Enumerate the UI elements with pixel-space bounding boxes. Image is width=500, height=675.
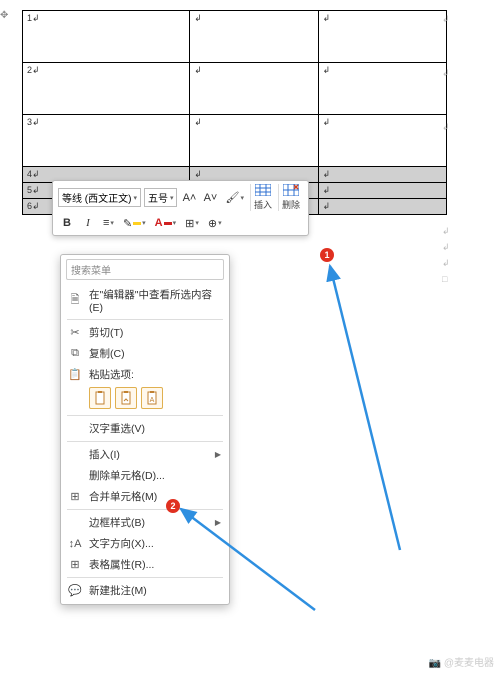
annotation-arrow-1	[240, 260, 420, 560]
font-color-button[interactable]: A▾	[152, 214, 179, 232]
annotation-badge-2: 2	[166, 499, 180, 513]
menu-lookup[interactable]: 🗎在"编辑器"中查看所选内容(E)	[61, 284, 229, 317]
borders-icon: ⊞	[185, 217, 194, 230]
mini-toolbar: 等线 (西文正文)▾ 五号▾ A˄ A˅ 🖌▾ 插入 删除 B I ≡▾ ✎▾ …	[52, 180, 309, 236]
table-cell[interactable]: ↲	[190, 11, 318, 63]
table-cell[interactable]: 3↲	[23, 115, 190, 167]
highlight-icon: ✎	[123, 217, 132, 230]
insert-dropdown[interactable]: ⊕▾	[205, 214, 225, 232]
align-icon: ≡	[103, 217, 109, 229]
menu-table-properties[interactable]: ⊞表格属性(R)...	[61, 554, 229, 575]
chevron-right-icon: ▶	[215, 518, 221, 527]
paste-icon: 📋	[67, 368, 83, 382]
paragraph-mark: ↲	[442, 122, 450, 133]
table-cell[interactable]: ↲	[190, 63, 318, 115]
menu-paste-options: 📋粘贴选项:	[61, 364, 229, 385]
table-anchor-icon[interactable]: ✥	[0, 10, 8, 21]
paragraph-mark: ↲	[442, 258, 450, 269]
table-cell[interactable]: ↲	[318, 11, 446, 63]
brush-icon: 🖌	[225, 191, 239, 204]
table-cell[interactable]: ↲	[318, 63, 446, 115]
borders-button[interactable]: ⊞▾	[182, 214, 202, 232]
lookup-icon: 🗎	[67, 294, 83, 308]
comment-icon: 💬	[67, 584, 83, 598]
bold-button[interactable]: B	[58, 214, 76, 232]
highlight-button[interactable]: ✎▾	[120, 214, 149, 232]
table-row: 2↲↲↲	[23, 63, 447, 115]
menu-search-input[interactable]: 搜索菜单	[66, 259, 224, 280]
paragraph-mark: ↲	[442, 14, 450, 25]
grow-font-button[interactable]: A˄	[180, 189, 198, 207]
table-cell[interactable]: 1↲	[23, 11, 190, 63]
cut-icon: ✂	[67, 326, 83, 340]
format-painter-button[interactable]: 🖌▾	[222, 189, 246, 207]
table-cell[interactable]: 2↲	[23, 63, 190, 115]
context-menu: 搜索菜单 🗎在"编辑器"中查看所选内容(E) ✂剪切(T) ⧉复制(C) 📋粘贴…	[60, 254, 230, 605]
table-row: 1↲↲↲	[23, 11, 447, 63]
annotation-badge-1: 1	[320, 248, 334, 262]
table-icon	[255, 184, 271, 198]
menu-cut[interactable]: ✂剪切(T)	[61, 322, 229, 343]
paste-keep-source[interactable]	[89, 387, 111, 409]
table-cell[interactable]: ↲	[318, 167, 446, 183]
paste-text-only[interactable]: A	[141, 387, 163, 409]
shrink-font-button[interactable]: A˅	[201, 189, 219, 207]
menu-merge-cells[interactable]: ⊞合并单元格(M)	[61, 486, 229, 507]
menu-new-comment[interactable]: 💬新建批注(M)	[61, 580, 229, 601]
paste-merge[interactable]	[115, 387, 137, 409]
end-of-cell-mark: □	[442, 274, 447, 284]
font-size-select[interactable]: 五号▾	[144, 188, 178, 207]
table-cell[interactable]: ↲	[318, 115, 446, 167]
table-delete-icon	[283, 184, 299, 198]
svg-text:A: A	[150, 397, 155, 404]
table-props-icon: ⊞	[67, 558, 83, 572]
italic-button[interactable]: I	[79, 214, 97, 232]
table-cell[interactable]: ↲	[318, 183, 446, 199]
merge-icon: ⊞	[67, 490, 83, 504]
table-cell[interactable]: ↲	[318, 199, 446, 215]
menu-copy[interactable]: ⧉复制(C)	[61, 343, 229, 364]
insert-table-group[interactable]: 插入	[250, 184, 275, 211]
table-row: 3↲↲↲	[23, 115, 447, 167]
watermark: 📷 @麦麦电器	[429, 654, 494, 669]
menu-insert[interactable]: 插入(I)▶	[61, 444, 229, 465]
paragraph-mark: ↲	[442, 242, 450, 253]
chevron-right-icon: ▶	[215, 450, 221, 459]
text-direction-icon: ↕A	[67, 537, 83, 551]
menu-reconvert[interactable]: 汉字重选(V)	[61, 418, 229, 439]
font-family-select[interactable]: 等线 (西文正文)▾	[58, 188, 141, 207]
menu-border-styles[interactable]: 边框样式(B)▶	[61, 512, 229, 533]
table-cell[interactable]: ↲	[190, 115, 318, 167]
menu-delete-cells[interactable]: 删除单元格(D)...	[61, 465, 229, 486]
delete-table-group[interactable]: 删除	[278, 184, 303, 211]
menu-text-direction[interactable]: ↕A文字方向(X)...	[61, 533, 229, 554]
align-button[interactable]: ≡▾	[100, 214, 117, 232]
paragraph-mark: ↲	[442, 226, 450, 237]
paragraph-mark: ↲	[442, 68, 450, 79]
insert-icon: ⊕	[208, 217, 217, 230]
copy-icon: ⧉	[67, 347, 83, 361]
